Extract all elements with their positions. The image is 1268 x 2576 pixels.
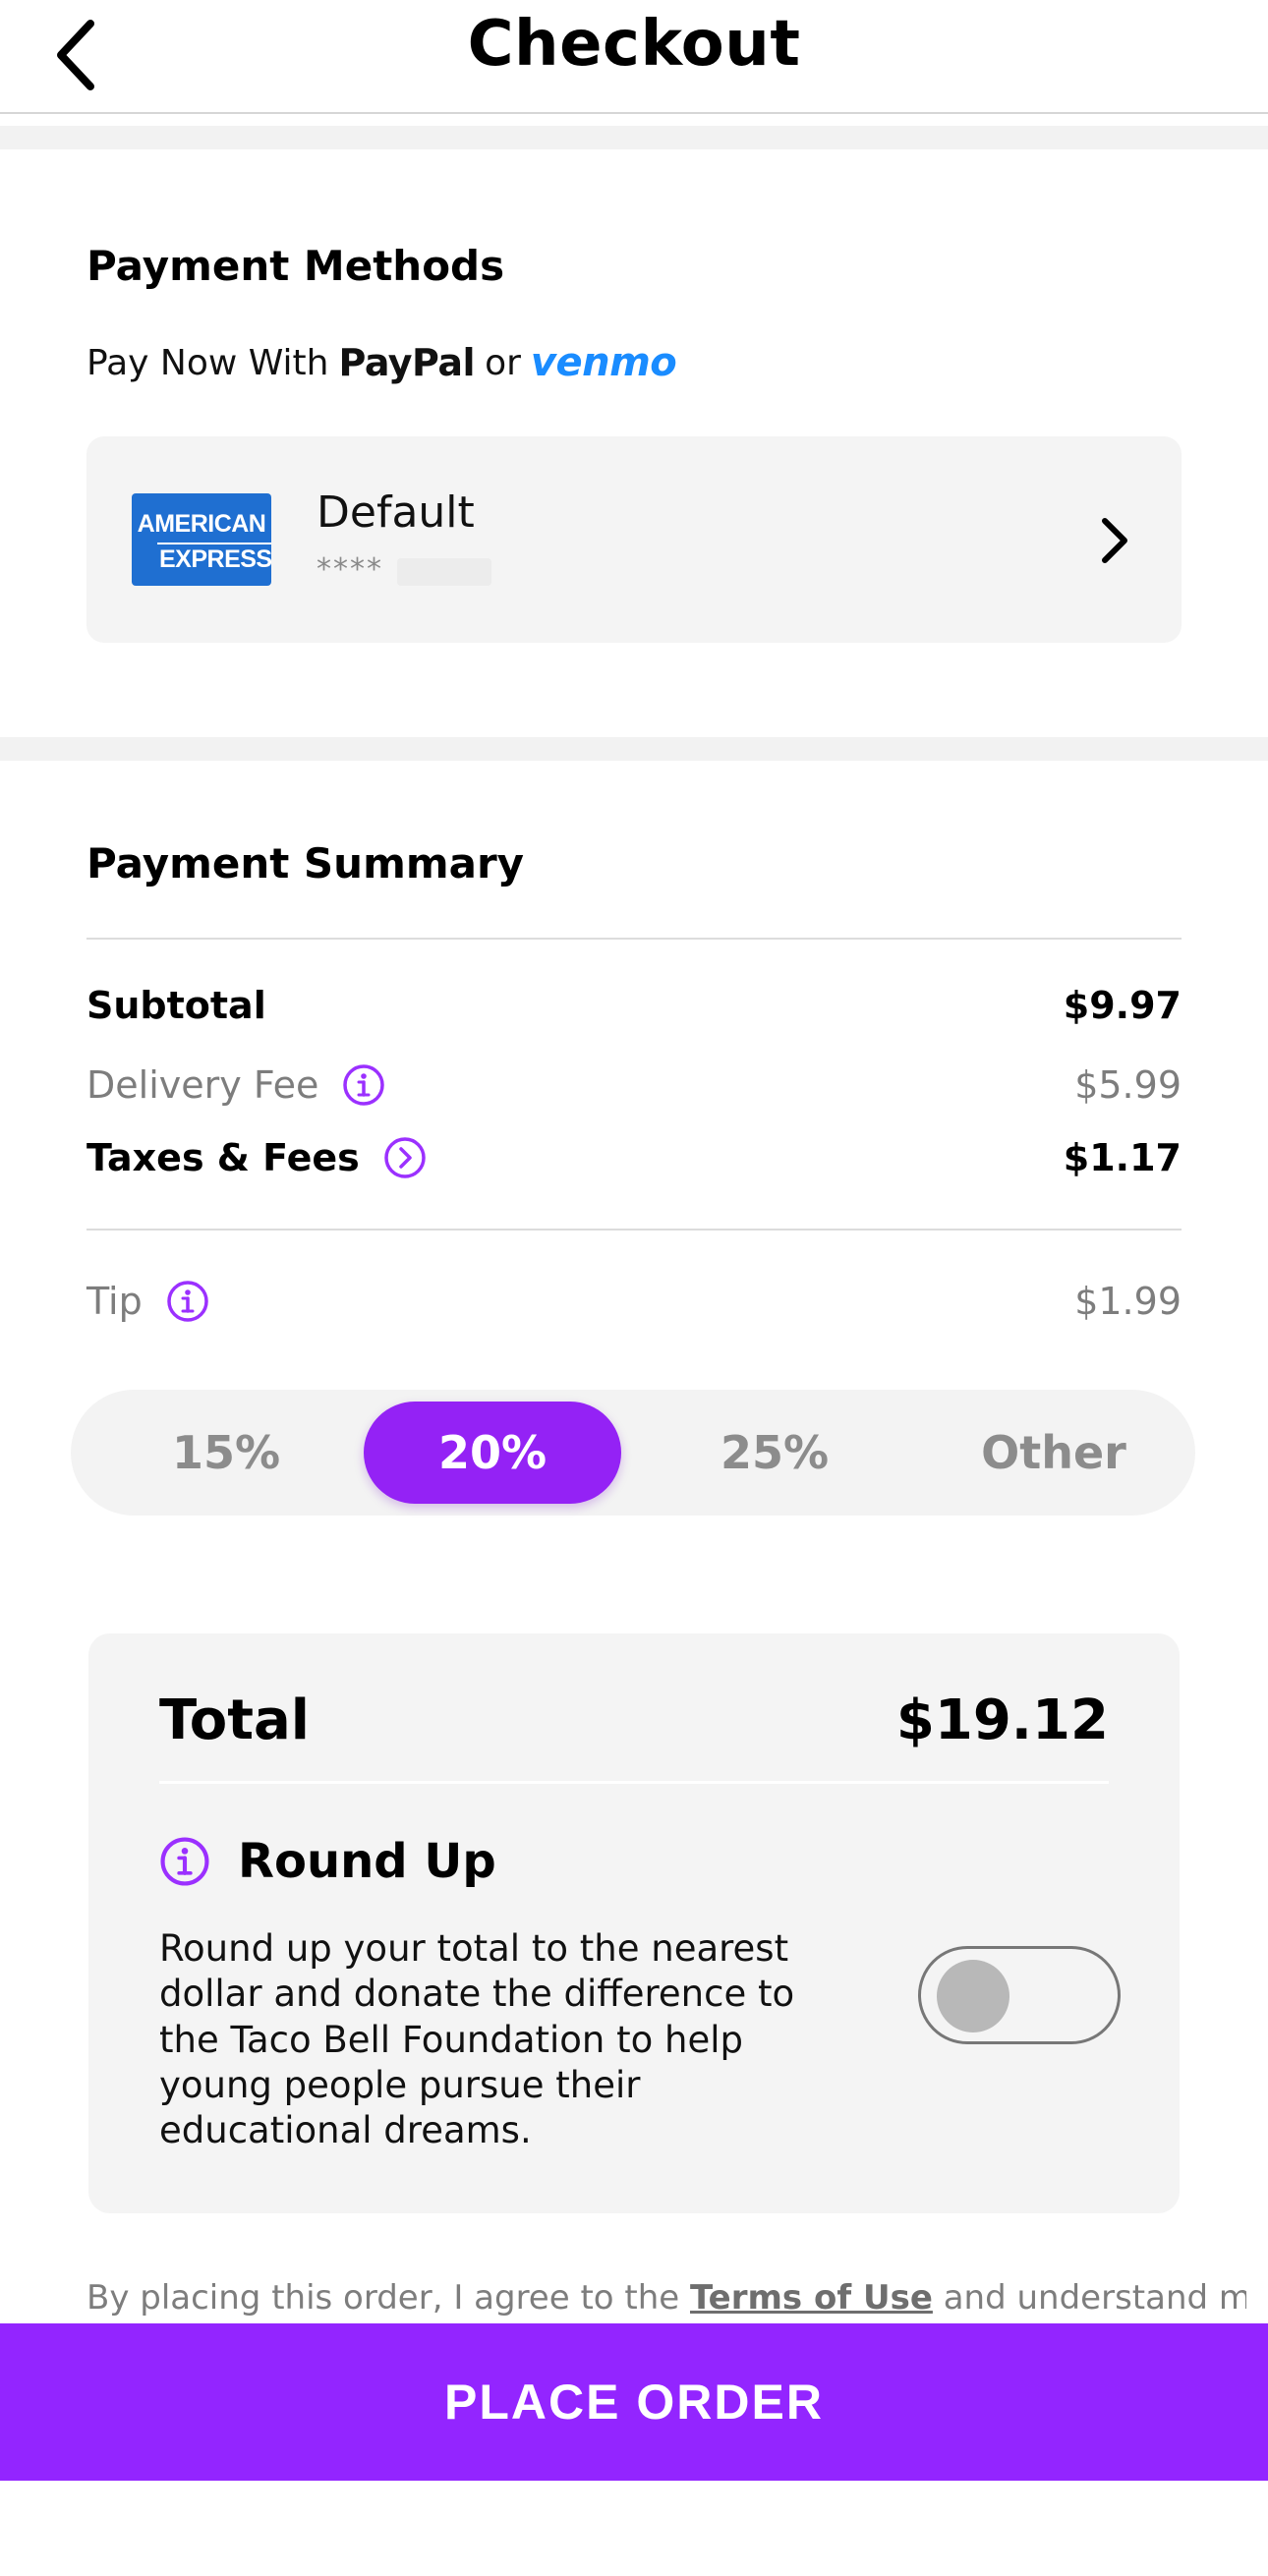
tip-label: Tip [86, 1280, 143, 1323]
info-icon[interactable] [342, 1063, 385, 1107]
divider [159, 1781, 1109, 1784]
terms-of-use-link[interactable]: Terms of Use [690, 2278, 933, 2318]
subtotal-row: Subtotal $9.97 [86, 981, 1182, 1030]
round-up-description: Round up your total to the nearest dolla… [159, 1927, 795, 2151]
subtotal-value: $9.97 [1063, 984, 1182, 1027]
section-separator [0, 737, 1268, 761]
payment-card-row[interactable]: AMERICAN EXPRESS Default **** [86, 436, 1182, 643]
round-up-header: Round Up [159, 1834, 496, 1889]
total-value: $19.12 [895, 1689, 1109, 1752]
header: Checkout [0, 0, 1268, 114]
tip-row: Tip $1.99 [86, 1276, 1182, 1327]
card-number-redacted [397, 558, 491, 586]
payment-methods-title: Payment Methods [86, 242, 505, 290]
pay-now-row: Pay Now With PayPal or venmo [86, 340, 677, 385]
toggle-knob [937, 1960, 1009, 2032]
card-number-mask: **** [317, 552, 383, 587]
legal-suffix: and understand my [943, 2278, 1246, 2318]
page-title: Checkout [467, 8, 801, 81]
paypal-button[interactable]: PayPal [338, 341, 475, 384]
delivery-fee-label: Delivery Fee [86, 1063, 319, 1107]
taxes-fees-label: Taxes & Fees [86, 1136, 360, 1179]
delivery-fee-value: $5.99 [1074, 1063, 1182, 1107]
checkout-page: Checkout Payment Methods Pay Now With Pa… [0, 0, 1268, 2576]
total-label: Total [159, 1689, 310, 1752]
legal-text: By placing this order, I agree to the Te… [86, 2278, 1246, 2318]
tip-value: $1.99 [1074, 1280, 1182, 1323]
or-label: or [485, 342, 521, 383]
tip-option-20[interactable]: 20% [364, 1402, 621, 1504]
divider [86, 1229, 1182, 1231]
card-name: Default [317, 487, 475, 538]
tip-selector: 15% 20% 25% Other [71, 1390, 1195, 1516]
amex-brand-line1: AMERICAN [137, 510, 266, 538]
divider [86, 938, 1182, 940]
total-card: Total $19.12 Round Up Round up your tota… [88, 1633, 1180, 2213]
info-icon[interactable] [159, 1836, 210, 1887]
section-separator [0, 126, 1268, 149]
tip-option-15[interactable]: 15% [108, 1390, 344, 1516]
delivery-fee-row: Delivery Fee $5.99 [86, 1059, 1182, 1111]
amex-logo-icon: AMERICAN EXPRESS [132, 493, 272, 586]
venmo-button[interactable]: venmo [531, 340, 677, 385]
info-icon[interactable] [166, 1280, 209, 1323]
amex-brand-line2: EXPRESS [157, 543, 272, 574]
tip-option-other[interactable]: Other [936, 1390, 1172, 1516]
taxes-fees-row[interactable]: Taxes & Fees $1.17 [86, 1132, 1182, 1183]
payment-summary-title: Payment Summary [86, 839, 525, 887]
chevron-circle-right-icon[interactable] [383, 1136, 427, 1179]
round-up-title: Round Up [238, 1834, 496, 1889]
legal-prefix: By placing this order, I agree to the [86, 2278, 680, 2318]
chevron-right-icon [1102, 518, 1127, 563]
pay-now-label: Pay Now With [86, 342, 329, 383]
round-up-toggle[interactable] [918, 1946, 1121, 2044]
taxes-fees-value: $1.17 [1063, 1136, 1182, 1179]
tip-option-25[interactable]: 25% [657, 1390, 893, 1516]
place-order-button[interactable]: PLACE ORDER [0, 2323, 1268, 2481]
subtotal-label: Subtotal [86, 984, 266, 1027]
